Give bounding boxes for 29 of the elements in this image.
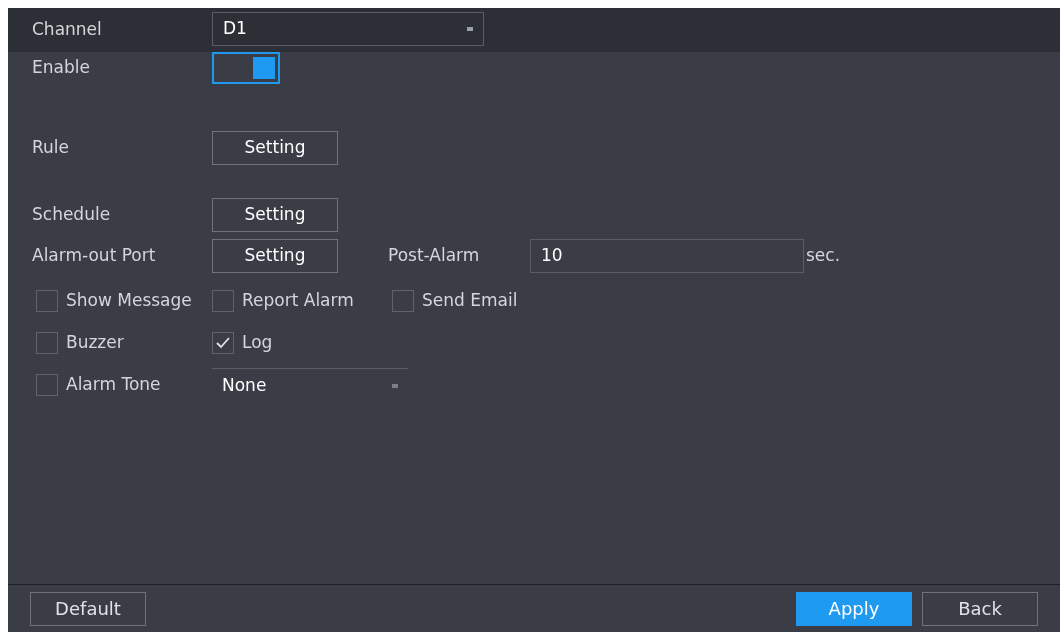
checkbox-label: Log	[242, 331, 273, 355]
footer-button[interactable]: Back	[922, 591, 1038, 626]
post-alarm-field[interactable]: 10	[530, 239, 804, 273]
alarm-out-port-label: Alarm-out Port	[31, 244, 157, 268]
checkbox[interactable]	[392, 290, 414, 312]
checkbox[interactable]	[36, 332, 58, 354]
checkbox[interactable]	[212, 290, 234, 312]
alarm-tone-dropdown[interactable]: None	[212, 368, 408, 402]
channel-label: Channel	[31, 18, 103, 42]
rule-setting-button[interactable]: Setting	[212, 131, 338, 165]
checkbox-label: Send Email	[422, 289, 518, 313]
schedule-label: Schedule	[31, 203, 112, 227]
checkmark-icon	[215, 336, 231, 350]
channel-dropdown[interactable]: D1	[212, 12, 484, 46]
seconds-unit-label: sec.	[806, 244, 841, 268]
checkbox-label: Show Message	[66, 289, 192, 313]
enable-label: Enable	[31, 56, 91, 80]
alarm-tone-label: Alarm Tone	[66, 373, 161, 397]
alarm-out-setting-button[interactable]: Setting	[212, 239, 338, 273]
post-alarm-label: Post-Alarm	[387, 244, 481, 268]
checkbox[interactable]	[36, 374, 58, 396]
checkbox[interactable]	[36, 290, 58, 312]
enable-toggle[interactable]	[212, 52, 280, 84]
checkbox-label: Report Alarm	[242, 289, 354, 313]
checkbox[interactable]	[212, 332, 234, 354]
schedule-setting-button[interactable]: Setting	[212, 198, 338, 232]
rule-label: Rule	[31, 136, 70, 160]
checkbox-label: Buzzer	[66, 331, 124, 355]
footer-button[interactable]: Default	[30, 591, 146, 626]
